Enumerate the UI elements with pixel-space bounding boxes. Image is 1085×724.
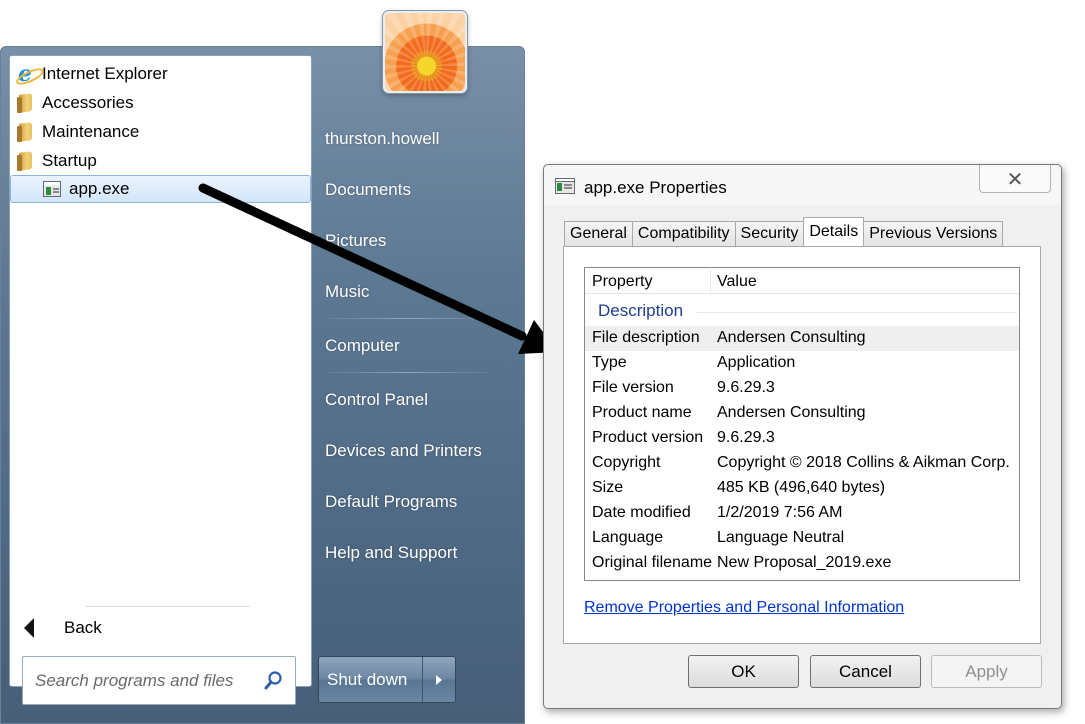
default-programs-link[interactable]: Default Programs <box>325 492 457 512</box>
computer-link[interactable]: Computer <box>325 336 400 356</box>
column-divider[interactable] <box>710 270 711 292</box>
table-row[interactable]: Copyright Copyright © 2018 Collins & Aik… <box>585 451 1019 476</box>
app-icon <box>41 178 63 200</box>
documents-link[interactable]: Documents <box>325 180 411 200</box>
back-arrow-icon <box>24 618 34 638</box>
program-label: Maintenance <box>42 122 140 141</box>
property-value: 9.6.29.3 <box>717 429 775 446</box>
search-input[interactable] <box>33 669 253 692</box>
tab-previous-versions[interactable]: Previous Versions <box>863 221 1004 246</box>
remove-properties-link[interactable]: Remove Properties and Personal Informati… <box>584 599 904 617</box>
help-support-link[interactable]: Help and Support <box>325 543 457 563</box>
table-row[interactable]: File description Andersen Consulting <box>585 326 1019 351</box>
program-label: app.exe <box>69 179 130 198</box>
tab-details[interactable]: Details <box>803 217 865 246</box>
search-box[interactable] <box>22 656 296 705</box>
property-name: Date modified <box>592 504 691 521</box>
program-app-exe[interactable]: app.exe <box>10 175 311 203</box>
divider <box>325 318 490 319</box>
property-name: Product version <box>592 429 704 446</box>
back-label: Back <box>64 618 102 637</box>
tab-compatibility[interactable]: Compatibility <box>631 221 736 246</box>
group-divider <box>697 312 1017 313</box>
table-row[interactable]: Type Application <box>585 351 1019 376</box>
programs-pane: e Internet Explorer Accessories Maintena… <box>9 55 312 705</box>
group-header: Description <box>598 301 684 320</box>
table-row[interactable]: Size 485 KB (496,640 bytes) <box>585 476 1019 501</box>
property-value: New Proposal_2019.exe <box>717 554 892 571</box>
program-maintenance[interactable]: Maintenance <box>10 118 311 146</box>
table-row[interactable]: Product version 9.6.29.3 <box>585 426 1019 451</box>
column-header-property[interactable]: Property <box>592 273 652 291</box>
property-name: File version <box>592 379 674 396</box>
dialog-title: app.exe Properties <box>584 178 727 197</box>
table-row[interactable]: Language Language Neutral <box>585 526 1019 551</box>
start-menu: e Internet Explorer Accessories Maintena… <box>0 11 525 724</box>
table-row[interactable]: Date modified 1/2/2019 7:56 AM <box>585 501 1019 526</box>
app-icon <box>555 178 575 194</box>
close-icon: ✕ <box>1006 166 1024 191</box>
folder-icon <box>14 92 36 114</box>
pictures-link[interactable]: Pictures <box>325 231 386 251</box>
table-row[interactable]: Original filename New Proposal_2019.exe <box>585 551 1019 576</box>
property-name: Size <box>592 479 624 496</box>
property-name: Type <box>592 354 627 371</box>
program-startup[interactable]: Startup <box>10 147 311 175</box>
tab-strip: General Compatibility Security Details P… <box>564 217 1004 246</box>
table-row[interactable]: File version 9.6.29.3 <box>585 376 1019 401</box>
folder-icon <box>14 150 36 172</box>
control-panel-link[interactable]: Control Panel <box>325 390 428 410</box>
internet-explorer-icon: e <box>18 61 32 87</box>
folder-icon <box>14 121 36 143</box>
search-icon[interactable] <box>263 670 283 692</box>
shutdown-options-button[interactable] <box>423 657 455 702</box>
shutdown-button-group: Shut down <box>318 656 456 703</box>
cancel-button[interactable]: Cancel <box>810 655 921 688</box>
program-label: Internet Explorer <box>42 64 168 83</box>
music-link[interactable]: Music <box>325 282 369 302</box>
divider <box>325 372 490 373</box>
program-label: Accessories <box>42 93 134 112</box>
program-accessories[interactable]: Accessories <box>10 89 311 117</box>
property-value: Andersen Consulting <box>717 329 866 346</box>
shutdown-button[interactable]: Shut down <box>319 657 423 702</box>
column-header-value[interactable]: Value <box>717 273 757 291</box>
program-label: Startup <box>42 151 97 170</box>
table-row[interactable]: Product name Andersen Consulting <box>585 401 1019 426</box>
dialog-titlebar[interactable]: app.exe Properties ✕ <box>544 165 1061 205</box>
property-value: Andersen Consulting <box>717 404 866 421</box>
tab-general[interactable]: General <box>564 221 633 246</box>
property-name: Original filename <box>592 554 713 571</box>
property-list[interactable]: Property Value Description File descript… <box>584 267 1020 581</box>
chevron-right-icon <box>436 674 442 685</box>
property-value: 9.6.29.3 <box>717 379 775 396</box>
property-name: Product name <box>592 404 692 421</box>
close-button[interactable]: ✕ <box>979 165 1051 193</box>
user-name-link[interactable]: thurston.howell <box>325 129 439 149</box>
property-name: Copyright <box>592 454 661 471</box>
properties-dialog: app.exe Properties ✕ General Compatibili… <box>543 164 1062 709</box>
list-header: Property Value <box>585 268 1019 294</box>
property-value: Language Neutral <box>717 529 845 546</box>
property-value: 485 KB (496,640 bytes) <box>717 479 886 496</box>
property-name: File description <box>592 329 700 346</box>
ok-button[interactable]: OK <box>688 655 799 688</box>
divider <box>85 606 250 607</box>
user-avatar[interactable] <box>383 11 467 93</box>
property-value: 1/2/2019 7:56 AM <box>717 504 843 521</box>
property-name: Language <box>592 529 664 546</box>
property-value: Copyright © 2018 Collins & Aikman Corp. <box>717 454 1010 471</box>
tab-security[interactable]: Security <box>734 221 805 246</box>
program-internet-explorer[interactable]: e Internet Explorer <box>10 60 311 88</box>
apply-button[interactable]: Apply <box>931 655 1042 688</box>
details-panel: Property Value Description File descript… <box>563 246 1041 644</box>
property-value: Application <box>717 354 796 371</box>
back-button[interactable]: Back <box>18 608 102 648</box>
devices-printers-link[interactable]: Devices and Printers <box>325 441 482 461</box>
